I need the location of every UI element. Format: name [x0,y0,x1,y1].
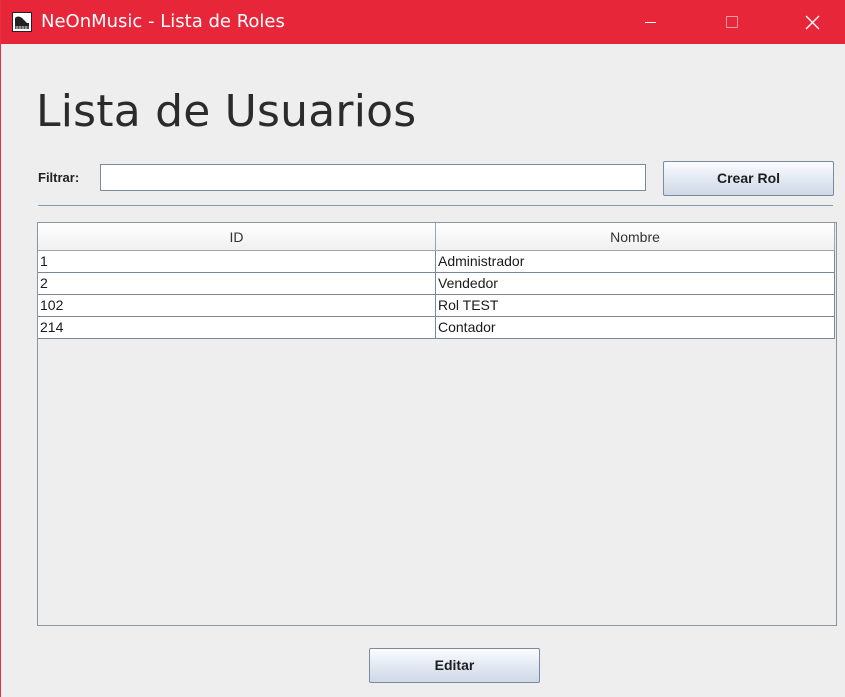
column-header-id[interactable]: ID [38,223,436,251]
table-body: 1 Administrador 2 Vendedor 102 Rol TEST … [38,251,835,339]
table-row[interactable]: 1 Administrador [38,251,835,273]
app-window: NeOnMusic - Lista de Roles Lista de Usua… [0,0,845,697]
close-button[interactable] [787,0,845,44]
minimize-icon [645,22,656,23]
cell-id[interactable]: 2 [38,273,436,295]
cell-id[interactable]: 102 [38,295,436,317]
table-row[interactable]: 214 Contador [38,317,835,339]
cell-id[interactable]: 214 [38,317,436,339]
cell-nombre[interactable]: Administrador [436,251,835,273]
cell-nombre[interactable]: Vendedor [436,273,835,295]
filter-input[interactable] [100,164,646,191]
table-row[interactable]: 102 Rol TEST [38,295,835,317]
cell-nombre[interactable]: Contador [436,317,835,339]
filter-label: Filtrar: [38,170,80,185]
cell-id[interactable]: 1 [38,251,436,273]
maximize-button[interactable] [705,0,763,44]
roles-table[interactable]: ID Nombre 1 Administrador 2 Vendedor 102… [37,222,837,626]
table-row[interactable]: 2 Vendedor [38,273,835,295]
crear-rol-button[interactable]: Crear Rol [663,161,834,196]
editar-button[interactable]: Editar [369,648,540,683]
window-title: NeOnMusic - Lista de Roles [41,11,285,32]
maximize-icon [726,16,738,28]
close-icon [805,15,820,30]
column-header-nombre[interactable]: Nombre [436,223,835,251]
separator [38,205,833,206]
piano-app-icon [12,12,32,32]
cell-nombre[interactable]: Rol TEST [436,295,835,317]
page-title: Lista de Usuarios [36,86,417,137]
table-header: ID Nombre [38,223,835,251]
minimize-button[interactable] [621,0,679,44]
title-bar[interactable]: NeOnMusic - Lista de Roles [1,0,845,44]
